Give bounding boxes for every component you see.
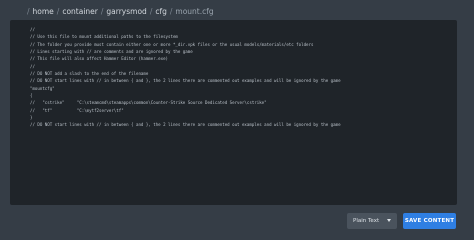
line-number <box>10 48 26 55</box>
line-text[interactable]: } <box>26 114 32 121</box>
code-line[interactable]: // <box>10 26 457 33</box>
breadcrumb: / home / container / garrysmod / cfg / m… <box>24 7 214 16</box>
syntax-mode-select[interactable]: Plain Text <box>347 213 397 229</box>
line-number <box>10 55 26 62</box>
chevron-down-icon <box>387 219 391 222</box>
line-number <box>10 77 26 84</box>
code-lines[interactable]: //// Use this file to mount additional p… <box>10 26 457 129</box>
breadcrumb-home[interactable]: home <box>33 7 54 16</box>
code-line[interactable]: // <box>10 63 457 70</box>
line-text[interactable]: // "tf" "C:\mytf2server\tf" <box>26 107 124 114</box>
breadcrumb-separator: / <box>100 7 104 16</box>
code-editor[interactable]: //// Use this file to mount additional p… <box>10 20 457 205</box>
line-number <box>10 70 26 77</box>
code-line[interactable]: // "cstrike" "C:\steamcmd\steamapps\comm… <box>10 99 457 106</box>
line-number <box>10 114 26 121</box>
line-number <box>10 107 26 114</box>
line-number <box>10 99 26 106</box>
breadcrumb-container[interactable]: container <box>62 7 98 16</box>
line-number <box>10 85 26 92</box>
code-line[interactable]: // This file will also affect Hammer Edi… <box>10 55 457 62</box>
code-line[interactable]: "mountcfg" <box>10 85 457 92</box>
breadcrumb-current-file: mount.cfg <box>175 7 214 16</box>
file-manager-page: / home / container / garrysmod / cfg / m… <box>0 0 474 235</box>
code-line[interactable]: } <box>10 114 457 121</box>
syntax-mode-value: Plain Text <box>353 218 380 224</box>
breadcrumb-cfg[interactable]: cfg <box>155 7 167 16</box>
line-number <box>10 92 26 99</box>
breadcrumb-separator: / <box>149 7 153 16</box>
breadcrumb-separator: / <box>169 7 173 16</box>
breadcrumb-separator: / <box>56 7 60 16</box>
line-text[interactable]: // Lines starting with // are comments a… <box>26 48 193 55</box>
line-text[interactable]: // Use this file to mount additional pat… <box>26 33 178 40</box>
save-content-button[interactable]: SAVE CONTENT <box>403 213 456 229</box>
breadcrumb-separator: / <box>27 7 30 16</box>
line-text[interactable]: // DO NOT start lines with // in between… <box>26 121 341 128</box>
line-text[interactable]: // <box>26 63 35 70</box>
line-text[interactable]: // This file will also affect Hammer Edi… <box>26 55 168 62</box>
line-number <box>10 41 26 48</box>
code-line[interactable]: // "tf" "C:\mytf2server\tf" <box>10 107 457 114</box>
breadcrumb-garrysmod[interactable]: garrysmod <box>106 7 146 16</box>
line-number <box>10 26 26 33</box>
code-line[interactable]: // DO NOT add a slash to the end of the … <box>10 70 457 77</box>
editor-footer: Plain Text SAVE CONTENT <box>0 205 474 235</box>
line-text[interactable]: // The folder you provide must contain e… <box>26 41 313 48</box>
code-line[interactable]: // The folder you provide must contain e… <box>10 41 457 48</box>
line-text[interactable]: // "cstrike" "C:\steamcmd\steamapps\comm… <box>26 99 267 106</box>
line-number <box>10 63 26 70</box>
code-line[interactable]: // DO NOT start lines with // in between… <box>10 121 457 128</box>
line-number <box>10 121 26 128</box>
line-number <box>10 33 26 40</box>
line-text[interactable]: { <box>26 92 32 99</box>
line-text[interactable]: "mountcfg" <box>26 85 55 92</box>
code-line[interactable]: // Lines starting with // are comments a… <box>10 48 457 55</box>
line-text[interactable]: // DO NOT add a slash to the end of the … <box>26 70 148 77</box>
line-text[interactable]: // <box>26 26 35 33</box>
line-text[interactable]: // DO NOT start lines with // in between… <box>26 77 341 84</box>
code-line[interactable]: // Use this file to mount additional pat… <box>10 33 457 40</box>
code-line[interactable]: // DO NOT start lines with // in between… <box>10 77 457 84</box>
code-line[interactable]: { <box>10 92 457 99</box>
